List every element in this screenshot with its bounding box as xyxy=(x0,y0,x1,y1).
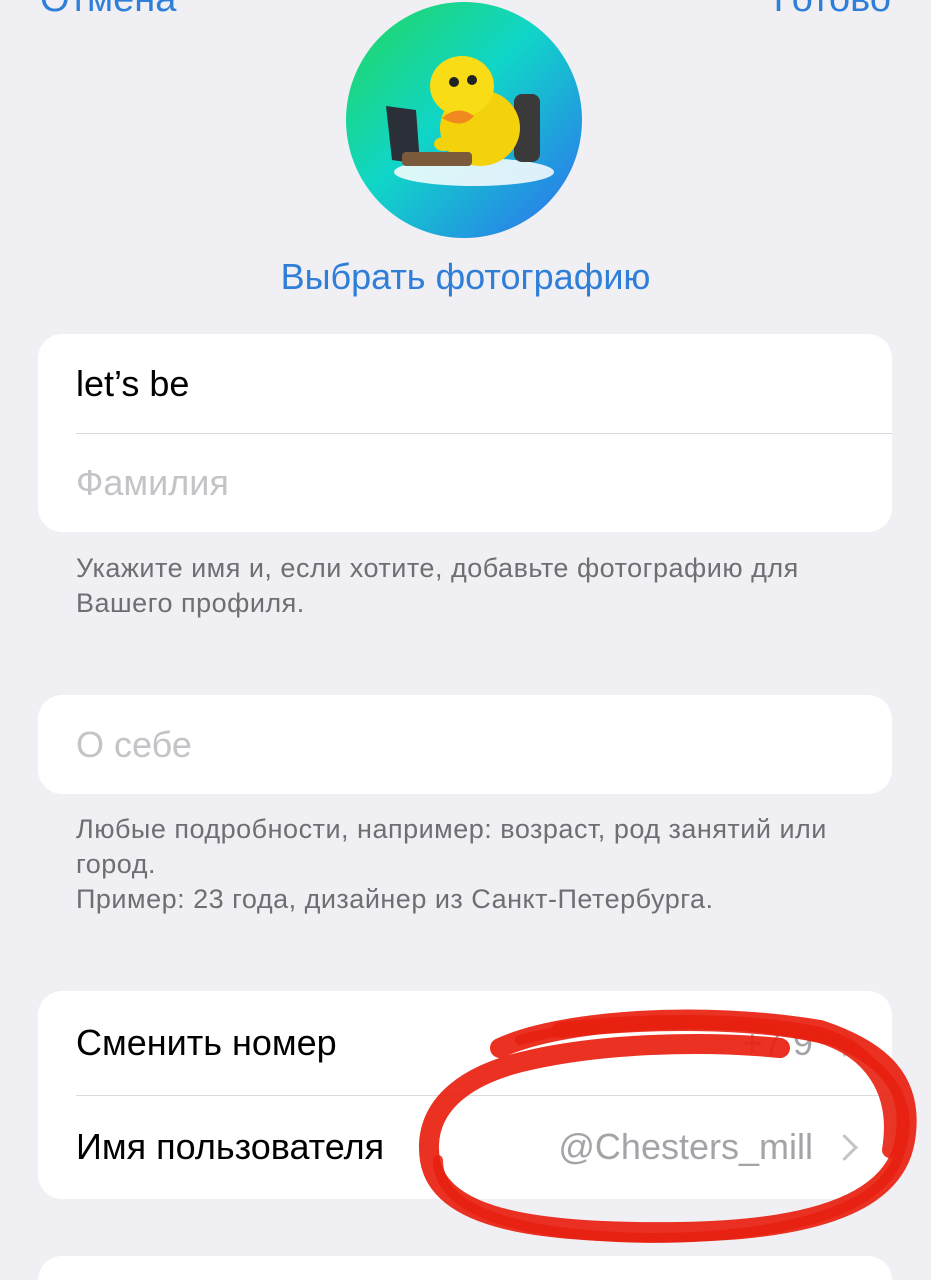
username-value: @Chesters_mill xyxy=(558,1126,813,1167)
change-number-row[interactable]: Сменить номер +7 9 xyxy=(38,991,892,1095)
bio-hint-line1: Любые подробности, например: возраст, ро… xyxy=(76,814,827,879)
next-card xyxy=(38,1256,892,1280)
change-number-label: Сменить номер xyxy=(76,1022,337,1063)
username-row[interactable]: Имя пользователя @Chesters_mill xyxy=(38,1095,892,1199)
bio-row[interactable] xyxy=(38,695,892,794)
first-name-input[interactable] xyxy=(76,362,860,405)
bio-card xyxy=(38,695,892,794)
last-name-row[interactable] xyxy=(38,433,892,532)
done-button[interactable]: Готово xyxy=(774,0,891,21)
bio-hint-line2: Пример: 23 года, дизайнер из Санкт-Петер… xyxy=(76,884,714,914)
chevron-right-icon xyxy=(831,1133,858,1161)
cancel-button[interactable]: Отмена xyxy=(40,0,176,21)
bio-hint: Любые подробности, например: возраст, ро… xyxy=(76,812,866,917)
phone-number-value: +7 9 xyxy=(741,1022,813,1063)
account-card: Сменить номер +7 9 Имя пользователя @Che… xyxy=(38,991,892,1199)
avatar[interactable] xyxy=(346,2,582,238)
chevron-right-icon xyxy=(831,1029,858,1057)
last-name-input[interactable] xyxy=(76,461,860,504)
bio-input[interactable] xyxy=(76,723,860,766)
name-hint: Укажите имя и, если хотите, добавьте фот… xyxy=(76,553,799,618)
first-name-row[interactable] xyxy=(38,334,892,433)
username-label: Имя пользователя xyxy=(76,1126,385,1167)
avatar-duck-image xyxy=(346,2,582,238)
choose-photo-button[interactable]: Выбрать фотографию xyxy=(0,256,931,298)
name-card xyxy=(38,334,892,532)
